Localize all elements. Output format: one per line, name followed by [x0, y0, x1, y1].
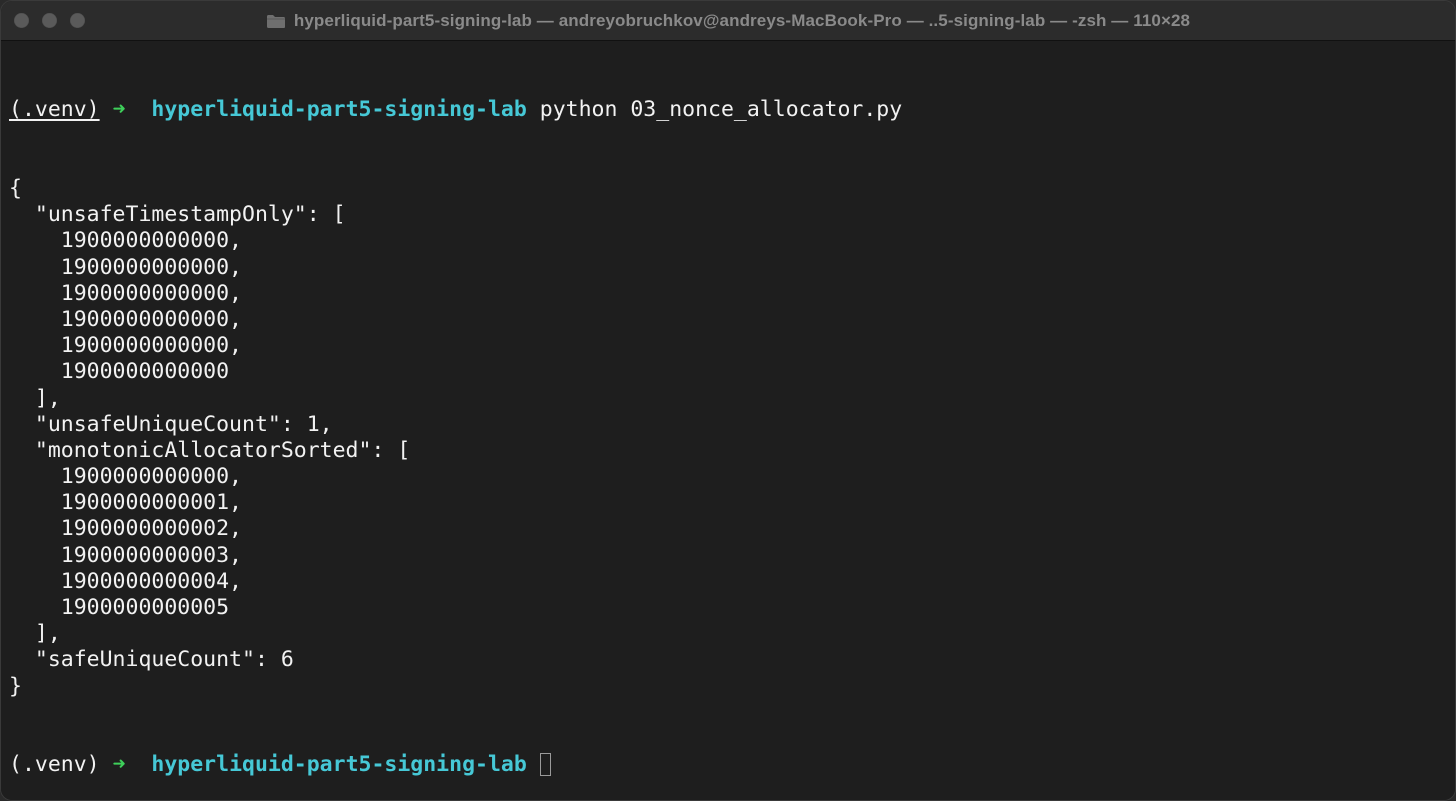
terminal-output: (.venv) ➜ hyperliquid-part5-signing-lab …	[9, 45, 902, 800]
output-line: {	[9, 176, 22, 201]
output-line: "monotonicAllocatorSorted": [	[9, 437, 411, 463]
output-line: 1900000000000,	[9, 254, 242, 280]
window-title: hyperliquid-part5-signing-lab — andreyob…	[293, 11, 1191, 30]
output-line: 1900000000000,	[9, 333, 242, 359]
command-text: python 03_nonce_allocator.py	[539, 97, 903, 123]
output-line: 1900000000000,	[9, 464, 242, 490]
output-line: 1900000000004,	[9, 568, 242, 594]
output-line: 1900000000003,	[9, 542, 242, 568]
output-line: 1900000000000,	[9, 280, 242, 306]
output-line: 1900000000001,	[9, 490, 242, 516]
output-line: 1900000000000	[9, 359, 230, 385]
venv-indicator: (.venv)	[9, 97, 100, 123]
output-line: "unsafeUniqueCount": 1,	[9, 411, 333, 437]
title-bar[interactable]: hyperliquid-part5-signing-lab — andreyob…	[1, 1, 1455, 41]
output-line: 1900000000002,	[9, 516, 242, 542]
output-line: 1900000000005	[9, 595, 230, 620]
output-line: "safeUniqueCount": 6	[9, 647, 294, 673]
window-title-container: hyperliquid-part5-signing-lab — andreyob…	[1, 1, 1455, 41]
output-line: }	[9, 673, 22, 699]
prompt-arrow-icon: ➜	[112, 752, 126, 778]
current-directory: hyperliquid-part5-signing-lab	[151, 752, 527, 778]
folder-icon	[266, 14, 285, 28]
terminal-window: hyperliquid-part5-signing-lab — andreyob…	[0, 0, 1456, 801]
output-line: 1900000000000,	[9, 228, 242, 254]
output-line: "unsafeTimestampOnly": [	[9, 202, 346, 228]
prompt-arrow-icon: ➜	[112, 97, 126, 123]
command-output: { "unsafeTimestampOnly": [ 1900000000000…	[9, 176, 902, 700]
output-line: ],	[9, 621, 61, 647]
output-line: 1900000000000,	[9, 306, 242, 332]
active-prompt-line[interactable]: (.venv) ➜ hyperliquid-part5-signing-lab	[9, 752, 902, 778]
terminal-body[interactable]: (.venv) ➜ hyperliquid-part5-signing-lab …	[1, 42, 1455, 800]
output-line: ],	[9, 385, 61, 411]
text-cursor[interactable]	[539, 753, 551, 777]
current-directory: hyperliquid-part5-signing-lab	[151, 97, 527, 123]
venv-indicator: (.venv)	[9, 752, 100, 778]
command-line: (.venv) ➜ hyperliquid-part5-signing-lab …	[9, 97, 902, 123]
